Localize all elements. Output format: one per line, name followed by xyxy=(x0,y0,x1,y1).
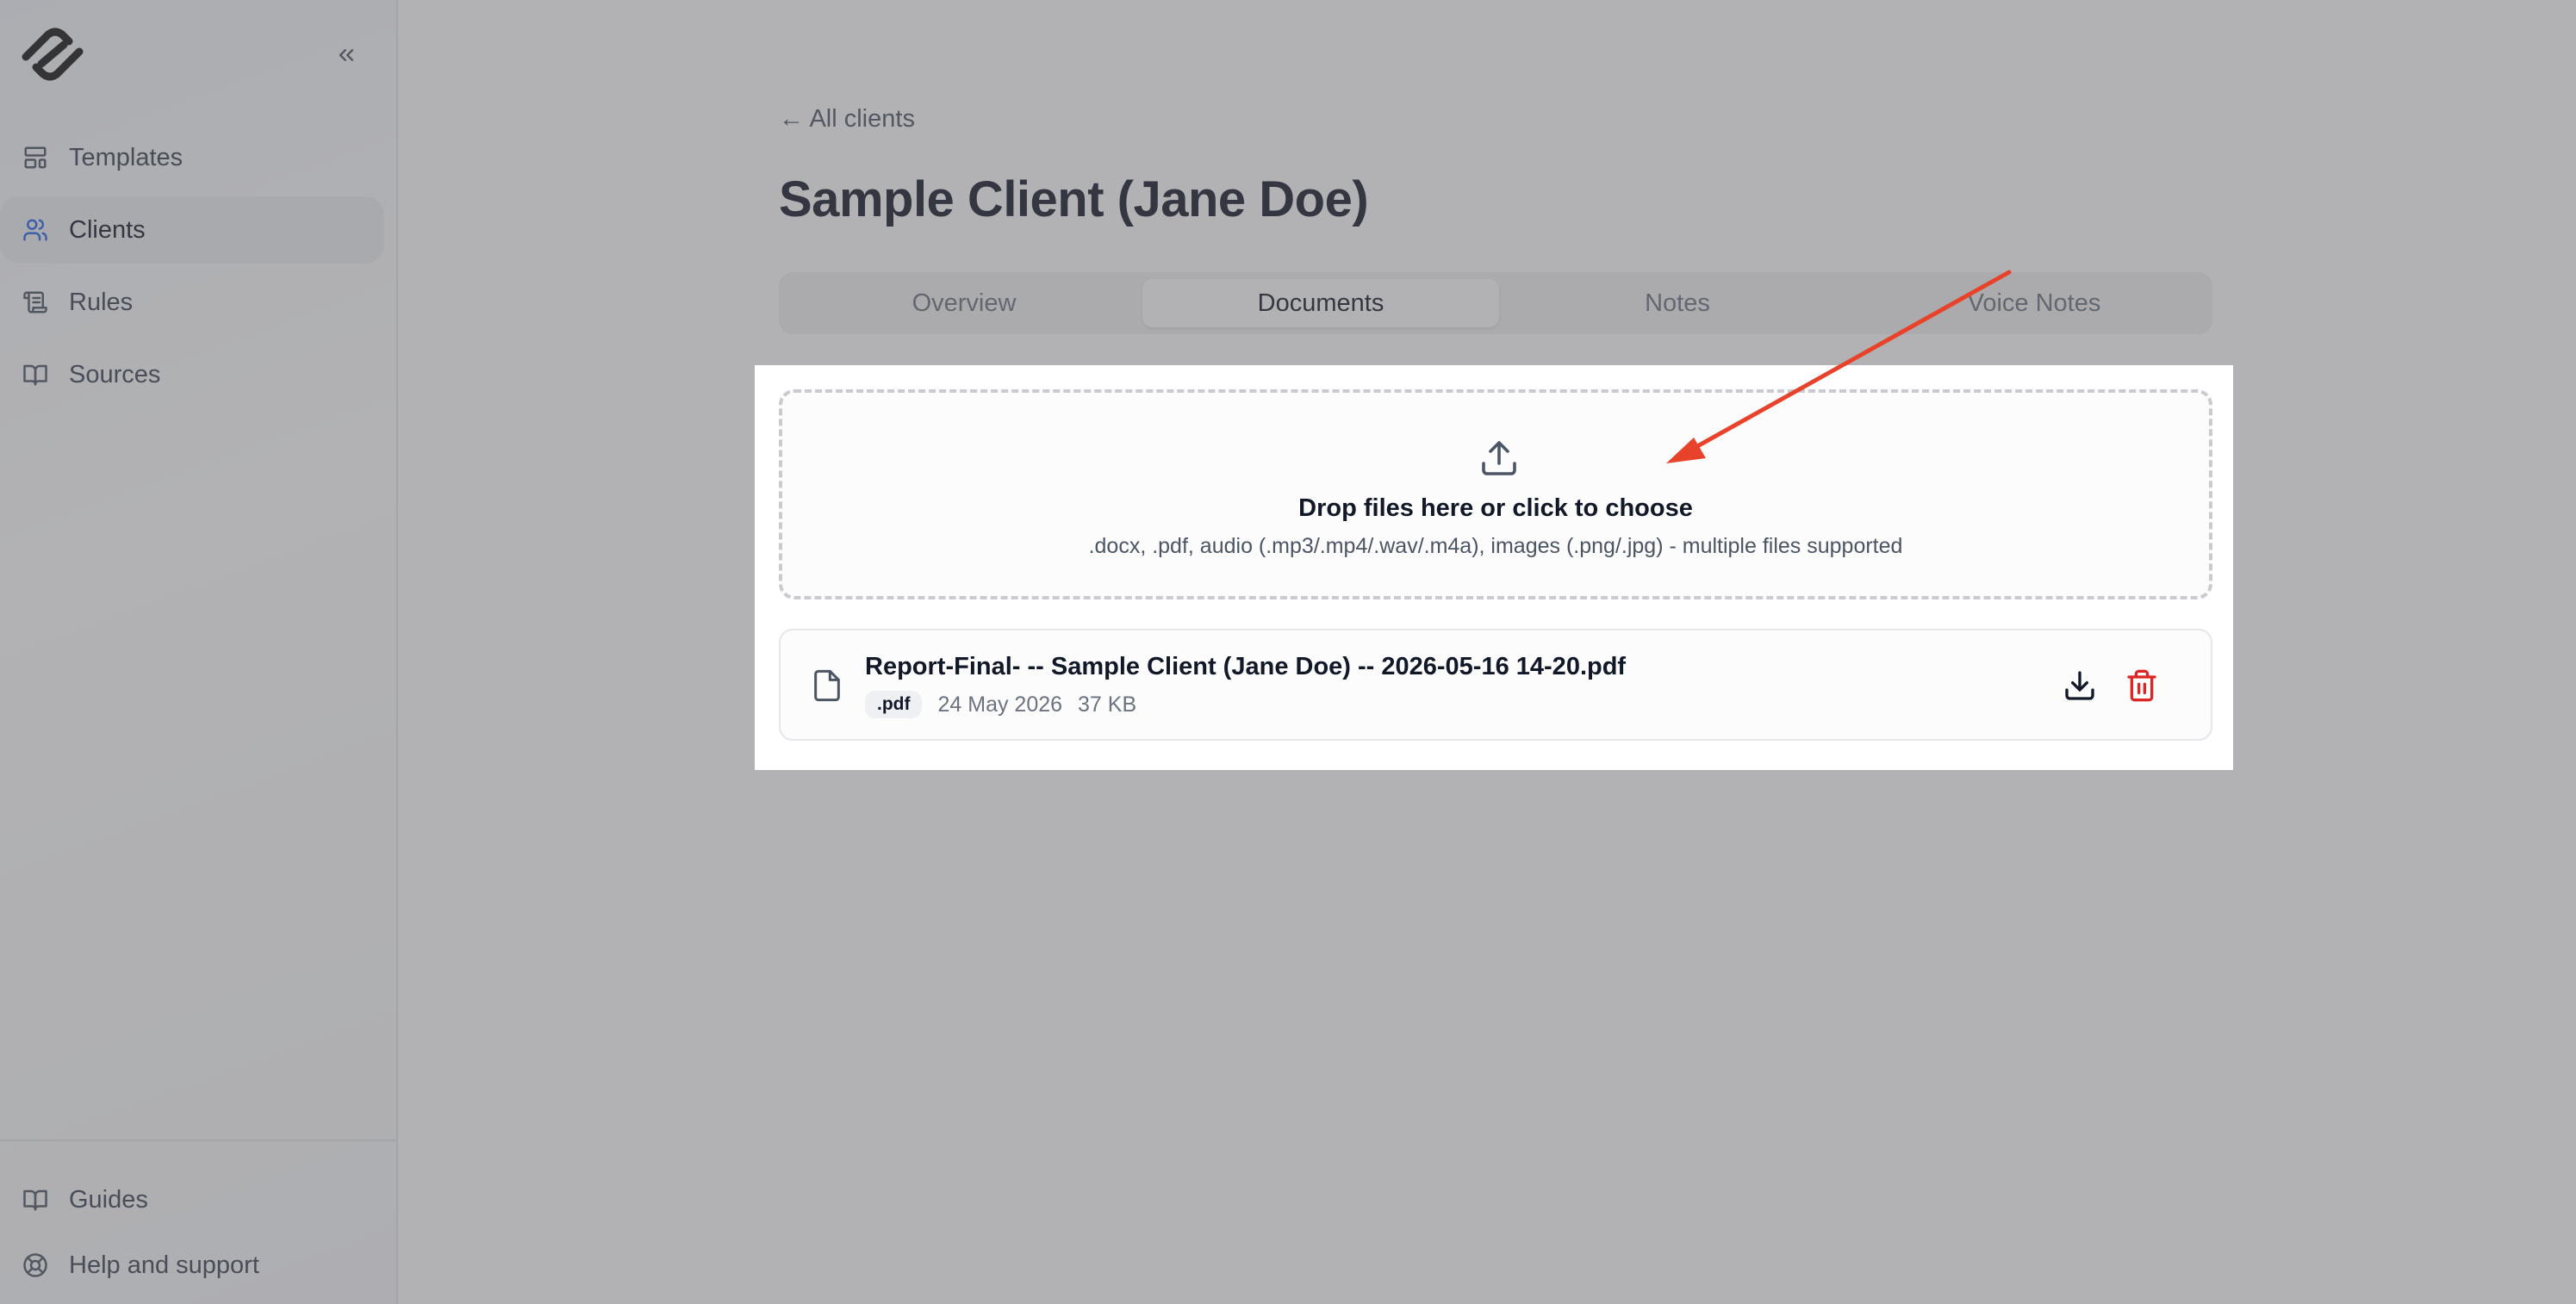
chevrons-left-icon xyxy=(339,49,354,62)
file-meta: .pdf 24 May 2026 37 KB xyxy=(865,691,1136,718)
file-type-badge: .pdf xyxy=(865,691,923,718)
sidebar-item-help[interactable]: Help and support xyxy=(0,1235,384,1295)
sidebar-item-templates[interactable]: Templates xyxy=(0,124,384,191)
sidebar-item-label: Sources xyxy=(69,360,161,388)
tab-notes[interactable]: Notes xyxy=(1499,279,1856,327)
dropzone-title: Drop files here or click to choose xyxy=(1298,494,1693,522)
delete-button[interactable] xyxy=(2125,668,2159,703)
tab-overview[interactable]: Overview xyxy=(786,279,1142,327)
download-button[interactable] xyxy=(2063,668,2097,703)
upload-icon xyxy=(1478,438,1520,479)
sidebar-item-rules[interactable]: Rules xyxy=(0,269,384,336)
collapse-sidebar-button[interactable] xyxy=(326,38,367,72)
download-icon xyxy=(2065,671,2094,700)
file-icon xyxy=(810,667,844,705)
layout-template-icon xyxy=(19,141,52,174)
file-name[interactable]: Report-Final- -- Sample Client (Jane Doe… xyxy=(865,653,1626,681)
life-buoy-icon xyxy=(19,1249,52,1282)
trash-icon xyxy=(2127,669,2156,702)
users-icon xyxy=(19,214,52,246)
sidebar-item-label: Templates xyxy=(69,143,184,171)
scroll-icon xyxy=(19,286,52,319)
logo[interactable] xyxy=(14,26,91,83)
book-open-icon xyxy=(19,358,52,391)
page-title: Sample Client (Jane Doe) xyxy=(779,171,1369,227)
sidebar-item-label: Help and support xyxy=(69,1251,259,1279)
tab-bar: Overview Documents Notes Voice Notes xyxy=(779,272,2212,334)
book-open-icon xyxy=(19,1183,52,1216)
sidebar-divider xyxy=(0,1139,398,1141)
app-window: Templates Clients Rules Sources Guides H… xyxy=(0,0,2576,1304)
sidebar-item-label: Rules xyxy=(69,288,134,316)
dropzone-subtitle: .docx, .pdf, audio (.mp3/.mp4/.wav/.m4a)… xyxy=(1088,534,1903,558)
file-dropzone[interactable]: Drop files here or click to choose .docx… xyxy=(779,389,2212,599)
file-size: 37 KB xyxy=(1078,692,1137,717)
sidebar-item-label: Clients xyxy=(69,215,146,244)
file-date: 24 May 2026 xyxy=(937,692,1063,717)
sidebar-item-clients[interactable]: Clients xyxy=(0,196,384,264)
sidebar-item-sources[interactable]: Sources xyxy=(0,341,384,408)
sidebar: Templates Clients Rules Sources Guides H… xyxy=(0,0,398,1304)
sidebar-item-guides[interactable]: Guides xyxy=(0,1170,384,1230)
sidebar-item-label: Guides xyxy=(69,1185,148,1214)
tab-voice-notes[interactable]: Voice Notes xyxy=(1856,279,2212,327)
main-content: ← All clients Sample Client (Jane Doe) O… xyxy=(398,0,2576,1304)
back-to-clients-link[interactable]: ← All clients xyxy=(779,105,915,134)
list-item: Report-Final- -- Sample Client (Jane Doe… xyxy=(779,629,2212,741)
tab-documents[interactable]: Documents xyxy=(1142,279,1499,327)
